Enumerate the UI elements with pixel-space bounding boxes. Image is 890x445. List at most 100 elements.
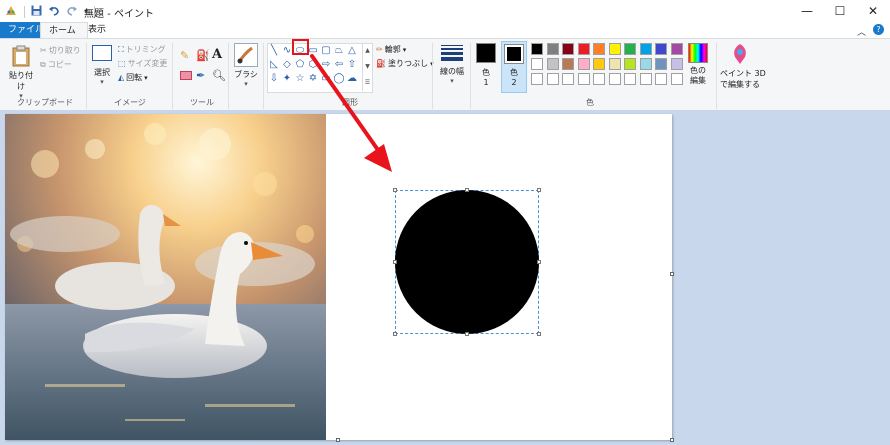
palette-swatch[interactable] bbox=[531, 58, 543, 70]
palette-swatch[interactable] bbox=[655, 73, 667, 85]
color2-button[interactable]: 色 2 bbox=[501, 41, 527, 93]
palette-swatch[interactable] bbox=[670, 43, 683, 55]
palette-swatch[interactable] bbox=[639, 43, 652, 55]
selection-handle-tl[interactable] bbox=[393, 188, 397, 192]
fill-button[interactable]: ⛽塗りつぶし▾ bbox=[376, 58, 434, 69]
palette-swatch[interactable] bbox=[577, 58, 590, 70]
crop-icon: ⛶ bbox=[118, 44, 124, 54]
line-shape-icon[interactable]: ╲ bbox=[268, 45, 280, 57]
rotate-button[interactable]: ◭ 回転 ▾ bbox=[118, 72, 148, 83]
fill-label: 塗りつぶし bbox=[387, 59, 429, 68]
palette-swatch[interactable] bbox=[577, 73, 590, 85]
polygon-shape-icon[interactable]: ⏢ bbox=[333, 45, 345, 57]
palette-swatch[interactable] bbox=[531, 43, 543, 55]
selection-handle-br[interactable] bbox=[537, 332, 541, 336]
palette-swatch[interactable] bbox=[670, 73, 683, 85]
selection-handle-bl[interactable] bbox=[393, 332, 397, 336]
diamond-shape-icon[interactable]: ◇ bbox=[281, 59, 293, 71]
shapes-gallery-scroll[interactable]: ▲ ▼ ☰ bbox=[362, 43, 372, 91]
edit-with-paint3d-button[interactable]: ペイント 3D で編集する bbox=[720, 43, 766, 90]
undo-icon[interactable] bbox=[48, 5, 60, 19]
color-picker-icon[interactable]: ✒ bbox=[196, 69, 205, 82]
palette-swatch[interactable] bbox=[608, 73, 621, 85]
close-button[interactable]: ✕ bbox=[856, 0, 890, 22]
palette-swatch[interactable] bbox=[562, 73, 574, 85]
palette-swatch[interactable] bbox=[670, 58, 683, 70]
selection-handle-b[interactable] bbox=[465, 332, 469, 336]
right-triangle-shape-icon[interactable]: ◺ bbox=[268, 59, 280, 71]
pentagon-shape-icon[interactable]: ⬠ bbox=[294, 59, 306, 71]
palette-swatch[interactable] bbox=[562, 43, 574, 55]
palette-swatch[interactable] bbox=[624, 43, 636, 55]
canvas-resize-handle-bottom[interactable] bbox=[336, 438, 340, 442]
scroll-up-icon[interactable]: ▲ bbox=[363, 43, 372, 59]
brushes-button[interactable]: ブラシ ▾ bbox=[232, 43, 260, 88]
palette-swatch[interactable] bbox=[546, 73, 559, 85]
fill-icon: ⛽ bbox=[376, 59, 386, 68]
help-icon[interactable]: ? bbox=[873, 24, 884, 35]
select-button[interactable]: 選択 ▾ bbox=[90, 45, 114, 86]
callout-oval-shape-icon[interactable]: ◯ bbox=[333, 73, 345, 85]
palette-swatch[interactable] bbox=[562, 58, 574, 70]
cloud-callout-shape-icon[interactable]: ☁ bbox=[346, 73, 358, 85]
minimize-button[interactable]: — bbox=[790, 0, 824, 22]
selection-handle-l[interactable] bbox=[393, 260, 397, 264]
fill-bucket-icon[interactable]: ⛽ bbox=[196, 49, 210, 62]
selection-handle-t[interactable] bbox=[465, 188, 469, 192]
palette-swatch[interactable] bbox=[639, 58, 652, 70]
canvas-resize-handle-right[interactable] bbox=[670, 272, 674, 276]
left-arrow-shape-icon[interactable]: ⇦ bbox=[333, 59, 345, 71]
palette-swatch[interactable] bbox=[531, 73, 543, 85]
pencil-icon[interactable]: ✎ bbox=[180, 49, 189, 62]
five-point-star-shape-icon[interactable]: ☆ bbox=[294, 73, 306, 85]
palette-swatch[interactable] bbox=[608, 43, 621, 55]
color-spectrum-icon bbox=[688, 43, 708, 63]
select-label: 選択 bbox=[94, 68, 110, 77]
palette-swatch[interactable] bbox=[608, 58, 621, 70]
palette-swatch[interactable] bbox=[624, 58, 636, 70]
copy-button[interactable]: ⧉ コピー bbox=[40, 59, 72, 70]
resize-button[interactable]: ⬚ サイズ変更 bbox=[118, 58, 167, 69]
up-arrow-shape-icon[interactable]: ⇧ bbox=[346, 59, 358, 71]
cut-button[interactable]: ✂ 切り取り bbox=[40, 45, 81, 56]
outline-button[interactable]: ✏ 輪郭 ▾ bbox=[376, 44, 406, 55]
palette-swatch[interactable] bbox=[593, 58, 605, 70]
color1-button[interactable]: 色 1 bbox=[474, 43, 498, 93]
eraser-icon[interactable] bbox=[180, 71, 192, 80]
magnifier-icon[interactable]: 🔍︎ bbox=[212, 69, 226, 82]
palette-swatch[interactable] bbox=[593, 73, 605, 85]
gallery-more-icon[interactable]: ☰ bbox=[363, 75, 372, 91]
down-arrow-shape-icon[interactable]: ⇩ bbox=[268, 73, 280, 85]
triangle-shape-icon[interactable]: △ bbox=[346, 45, 358, 57]
callout-rect-shape-icon[interactable]: ▭ bbox=[320, 73, 332, 85]
palette-swatch[interactable] bbox=[655, 58, 667, 70]
color2-swatch bbox=[504, 44, 524, 64]
crop-button[interactable]: ⛶ トリミング bbox=[118, 44, 166, 55]
hexagon-shape-icon[interactable]: ⬡ bbox=[307, 59, 319, 71]
collapse-ribbon-icon[interactable]: ︿ bbox=[857, 25, 866, 38]
palette-swatch[interactable] bbox=[546, 58, 559, 70]
drawing-canvas[interactable] bbox=[5, 114, 672, 440]
palette-swatch[interactable] bbox=[639, 73, 652, 85]
palette-swatch[interactable] bbox=[593, 43, 605, 55]
size-button[interactable]: 線の幅 ▾ bbox=[437, 43, 467, 85]
palette-swatch[interactable] bbox=[655, 43, 667, 55]
maximize-button[interactable]: ☐ bbox=[823, 0, 857, 22]
canvas-resize-handle-corner[interactable] bbox=[670, 438, 674, 442]
right-arrow-shape-icon[interactable]: ⇨ bbox=[320, 59, 332, 71]
palette-swatch[interactable] bbox=[577, 43, 590, 55]
six-point-star-shape-icon[interactable]: ✡ bbox=[307, 73, 319, 85]
scroll-down-icon[interactable]: ▼ bbox=[363, 59, 372, 75]
tab-view[interactable]: 表示 bbox=[80, 22, 114, 38]
paste-button[interactable]: 貼り付け ▾ bbox=[6, 45, 36, 100]
save-icon[interactable] bbox=[31, 5, 42, 19]
selection-handle-r[interactable] bbox=[537, 260, 541, 264]
selection-handle-tr[interactable] bbox=[537, 188, 541, 192]
redo-icon[interactable] bbox=[66, 5, 78, 19]
four-point-star-shape-icon[interactable]: ✦ bbox=[281, 73, 293, 85]
edit-colors-button[interactable]: 色の 編集 bbox=[684, 43, 712, 86]
text-tool-icon[interactable]: A bbox=[212, 47, 222, 62]
rounded-rectangle-shape-icon[interactable]: ▢ bbox=[320, 45, 332, 57]
palette-swatch[interactable] bbox=[624, 73, 636, 85]
palette-swatch[interactable] bbox=[546, 43, 559, 55]
